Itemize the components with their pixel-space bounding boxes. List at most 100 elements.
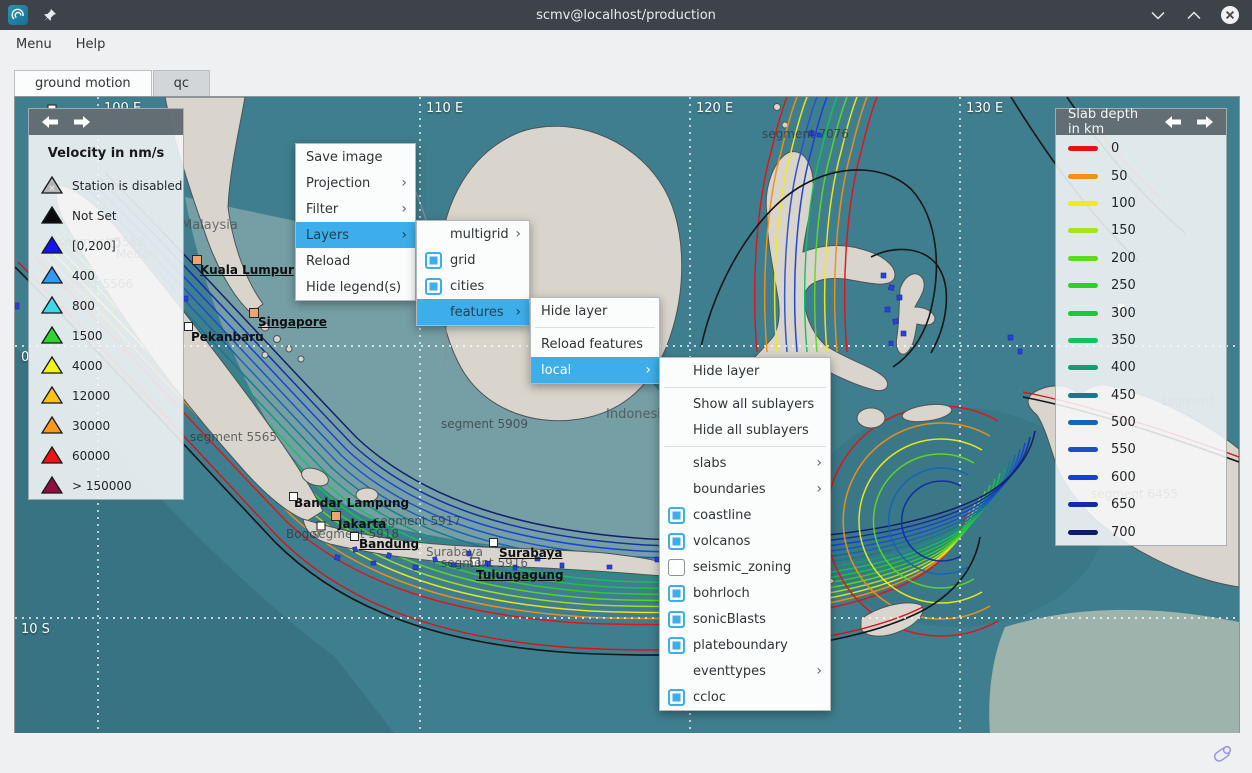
station-triangle-icon [41,445,63,468]
menu-item-hide-layer[interactable]: Hide layer [660,358,830,384]
menu-item-plateboundary[interactable]: plateboundary [660,632,830,658]
legend-label: Not Set [72,209,117,223]
menu-item-label: features [450,305,509,320]
menu-separator [664,446,826,447]
menu-item-label: Hide layer [541,304,651,319]
legend-item-not-set: Not Set [29,201,183,231]
checkbox-bohrloch-checked[interactable] [668,585,685,602]
maximize-button[interactable] [1184,5,1204,25]
submenu-arrow-icon: › [515,305,521,319]
station-triangle-icon [41,295,63,318]
menu-item-hide-legend-s[interactable]: Hide legend(s) [296,274,415,300]
menu-item-reload-features[interactable]: Reload features [531,331,659,357]
legend-label: 650 [1111,497,1136,512]
menu-item-volcanos[interactable]: volcanos [660,528,830,554]
menu-item-slabs[interactable]: slabs› [660,450,830,476]
depth-line-swatch [1068,201,1098,206]
menu-item-label: Hide layer [693,364,822,379]
checkbox-ccloc-checked[interactable] [668,689,685,706]
legend-item-station-is-disabled: ×Station is disabled [29,171,183,201]
legend-label: 50 [1111,169,1128,184]
menu-item-label: seismic_zoning [693,560,822,575]
legend-item-12000: 12000 [29,381,183,411]
checkbox-cell [668,559,693,576]
map-canvas[interactable]: 100 E110 E120 E130 E010 SMalaysiaIndones… [14,96,1240,735]
legend-next-button[interactable] [73,116,91,128]
menu-item-grid[interactable]: grid [417,247,529,273]
menu-item-local[interactable]: local› [531,357,659,383]
checkbox-coastline-checked[interactable] [668,507,685,524]
menu-item-save-image[interactable]: Save image [296,144,415,170]
legend-label: 150 [1111,223,1136,238]
menu-item-label: plateboundary [693,638,822,653]
legend-label: 0 [1111,141,1119,156]
window-title: scmv@localhost/production [0,8,1252,23]
checkbox-cell [668,637,693,654]
slab-legend[interactable]: Slab depth in km 05010015020025030035040… [1055,108,1227,546]
menu-item-reload[interactable]: Reload [296,248,415,274]
legend-label: 4000 [72,359,103,373]
menu-item-hide-layer[interactable]: Hide layer [531,298,659,324]
menu-item-multigrid[interactable]: multigrid› [417,221,529,247]
menubar-item-help[interactable]: Help [76,37,106,52]
menubar-item-menu[interactable]: Menu [16,37,52,52]
checkbox-seismic-zoning-unchecked[interactable] [668,559,685,576]
legend-item-400: 400 [29,261,183,291]
velocity-legend[interactable]: Velocity in nm/s ×Station is disabledNot… [28,108,184,500]
checkbox-grid-checked[interactable] [425,252,442,269]
legend-item-depth-500: 500 [1056,409,1226,436]
menu-item-eventtypes[interactable]: eventtypes› [660,658,830,684]
legend-label: 1500 [72,329,103,343]
app-icon [8,5,28,25]
menu-item-label: cities [450,279,521,294]
titlebar: scmv@localhost/production [0,0,1252,30]
legend-prev-button[interactable] [1164,116,1182,128]
legend-next-button[interactable] [1196,116,1214,128]
context-menu-local: Hide layer Show all sublayersHide all sub… [659,357,831,711]
menu-item-bohrloch[interactable]: bohrloch [660,580,830,606]
menu-item-label: coastline [693,508,822,523]
checkbox-sonicblasts-checked[interactable] [668,611,685,628]
menu-item-show-all-sublayers[interactable]: Show all sublayers [660,391,830,417]
menu-item-projection[interactable]: Projection› [296,170,415,196]
context-menu-features: Hide layer Reload featureslocal› [530,297,660,384]
legend-item-4000: 4000 [29,351,183,381]
legend-item-depth-650: 650 [1056,491,1226,518]
menu-item-label: volcanos [693,534,822,549]
menu-item-boundaries[interactable]: boundaries› [660,476,830,502]
checkbox-cell [668,585,693,602]
legend-label: 100 [1111,196,1136,211]
menu-item-hide-all-sublayers[interactable]: Hide all sublayers [660,417,830,443]
legend-prev-button[interactable] [41,116,59,128]
menu-item-filter[interactable]: Filter› [296,196,415,222]
menu-item-layers[interactable]: Layers› [296,222,415,248]
legend-label: 12000 [72,389,110,403]
menu-item-features[interactable]: features › [417,299,529,325]
tab-qc[interactable]: qc [153,70,210,96]
legend-item-depth-200: 200 [1056,245,1226,272]
depth-line-swatch [1068,447,1098,452]
depth-line-swatch [1068,338,1098,343]
menu-item-coastline[interactable]: coastline [660,502,830,528]
checkbox-volcanos-checked[interactable] [668,533,685,550]
menu-item-seismic-zoning[interactable]: seismic_zoning [660,554,830,580]
close-button[interactable] [1220,5,1240,25]
rotate-tool-icon[interactable] [1206,739,1236,773]
menu-item-sonicblasts[interactable]: sonicBlasts [660,606,830,632]
menu-item-ccloc[interactable]: ccloc [660,684,830,710]
checkbox-plateboundary-checked[interactable] [668,637,685,654]
menubar: Menu Help [0,30,1252,58]
station-triangle-icon [41,325,63,348]
minimize-button[interactable] [1148,5,1168,25]
checkbox-cities-checked[interactable] [425,278,442,295]
station-triangle-icon [41,265,63,288]
legend-item-depth-100: 100 [1056,190,1226,217]
context-menu-layers: multigrid›grid cities features › [416,220,530,326]
menu-item-cities[interactable]: cities [417,273,529,299]
depth-line-swatch [1068,228,1098,233]
pin-icon[interactable] [42,8,57,23]
legend-label: 550 [1111,442,1136,457]
tab-ground-motion[interactable]: ground motion [14,70,152,96]
legend-item-60000: 60000 [29,441,183,471]
depth-line-swatch [1068,393,1098,398]
